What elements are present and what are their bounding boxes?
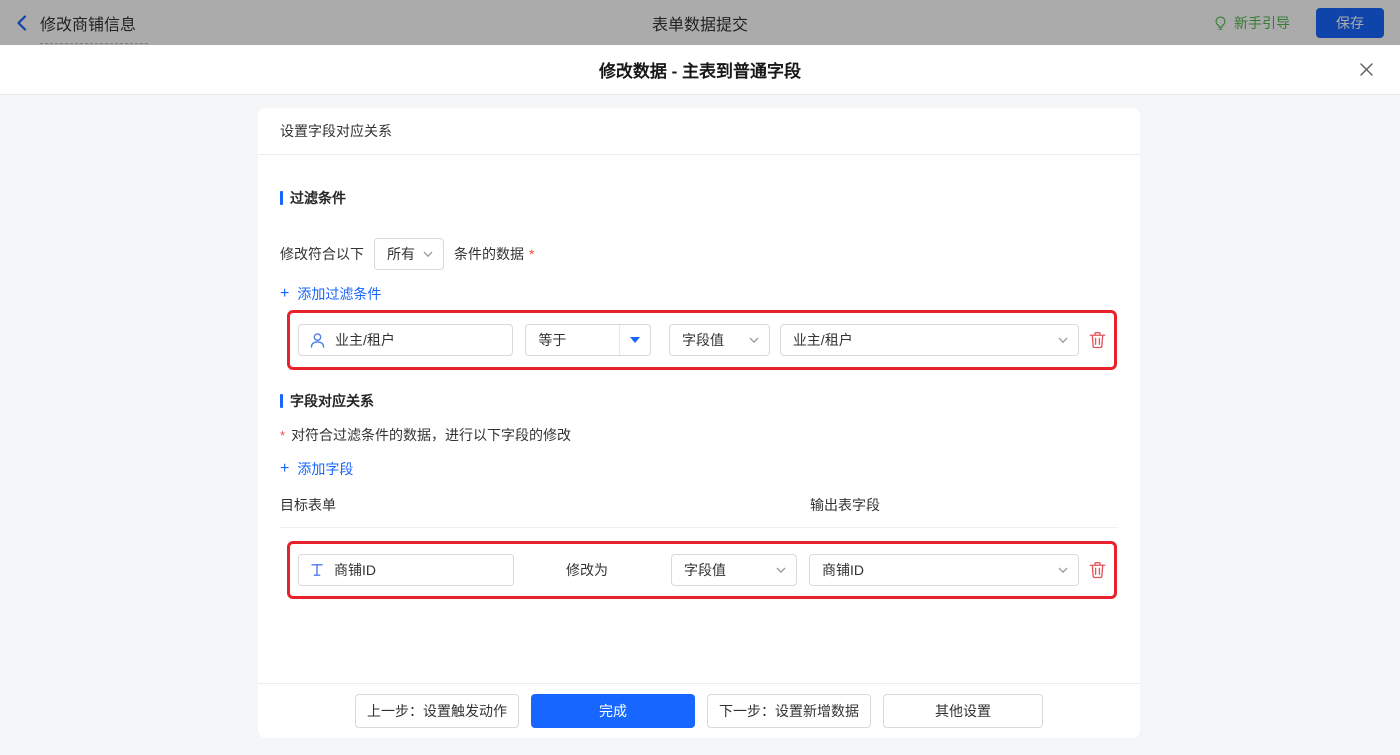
match-suffix-label: 条件的数据 xyxy=(454,246,524,262)
column-target-form: 目标表单 xyxy=(280,497,336,513)
target-field-value: 商铺ID xyxy=(334,562,376,578)
mapping-value-type: 字段值 xyxy=(684,562,726,578)
panel-title: 设置字段对应关系 xyxy=(258,108,1140,155)
plus-icon: + xyxy=(280,460,290,477)
chevron-down-icon xyxy=(776,567,786,574)
condition-value-select[interactable]: 业主/租户 xyxy=(779,324,1079,356)
condition-value-type-select[interactable]: 字段值 xyxy=(669,324,770,356)
plus-icon: + xyxy=(280,285,290,302)
done-button[interactable]: 完成 xyxy=(531,694,695,728)
modal-overlay xyxy=(0,0,1400,45)
mapping-section-label: 字段对应关系 xyxy=(290,393,374,409)
field-mapping-row: 商铺ID 修改为 字段值 商铺ID xyxy=(287,541,1117,599)
mapping-value-select[interactable]: 商铺ID xyxy=(809,554,1079,586)
condition-field-value: 业主/租户 xyxy=(335,332,395,348)
chevron-down-icon xyxy=(423,251,433,258)
mapping-value-type-select[interactable]: 字段值 xyxy=(671,554,797,586)
mapping-description: 对符合过滤条件的数据，进行以下字段的修改 xyxy=(291,427,572,443)
chevron-down-icon xyxy=(1058,337,1068,344)
panel-footer: 上一步：设置触发动作 完成 下一步：设置新增数据 其他设置 xyxy=(258,683,1140,738)
triangle-down-icon[interactable] xyxy=(619,325,650,355)
chevron-down-icon xyxy=(749,337,759,344)
mapping-description-row: * 对符合过滤条件的数据，进行以下字段的修改 xyxy=(280,425,1118,445)
add-field-link[interactable]: + 添加字段 xyxy=(280,459,353,479)
close-icon[interactable] xyxy=(1359,62,1374,77)
filter-section-title: 过滤条件 xyxy=(280,188,1118,208)
add-filter-condition-link[interactable]: + 添加过滤条件 xyxy=(280,284,381,304)
add-field-label: 添加字段 xyxy=(297,461,354,477)
match-count-value: 所有 xyxy=(387,246,415,262)
prev-step-button[interactable]: 上一步：设置触发动作 xyxy=(355,694,519,728)
drawer-title: 修改数据 - 主表到普通字段 xyxy=(598,62,802,81)
required-mark: * xyxy=(529,246,535,262)
next-step-button[interactable]: 下一步：设置新增数据 xyxy=(707,694,871,728)
target-field-input[interactable]: 商铺ID xyxy=(298,554,514,586)
filter-section-label: 过滤条件 xyxy=(290,190,346,206)
add-filter-condition-label: 添加过滤条件 xyxy=(297,286,382,302)
condition-value-type: 字段值 xyxy=(682,332,725,348)
mapping-value: 商铺ID xyxy=(822,562,864,578)
field-mapping-panel: 设置字段对应关系 过滤条件 修改符合以下 所有 条件的数据 * + 添加过滤条件… xyxy=(258,108,1140,738)
section-accent-bar xyxy=(280,191,283,205)
delete-condition-button[interactable] xyxy=(1089,331,1106,349)
modify-data-drawer: 修改数据 - 主表到普通字段 设置字段对应关系 过滤条件 修改符合以下 所有 条 xyxy=(0,45,1400,755)
match-prefix-label: 修改符合以下 xyxy=(280,246,364,262)
panel-content: 过滤条件 修改符合以下 所有 条件的数据 * + 添加过滤条件 业主/租户 等于… xyxy=(258,188,1140,599)
drawer-header: 修改数据 - 主表到普通字段 xyxy=(0,45,1400,95)
mapping-columns-header: 目标表单 输出表字段 xyxy=(280,489,1118,528)
match-count-select[interactable]: 所有 xyxy=(374,238,444,270)
required-mark: * xyxy=(280,427,286,443)
other-settings-button[interactable]: 其他设置 xyxy=(883,694,1043,728)
chevron-down-icon xyxy=(1058,567,1068,574)
operator-value: 等于 xyxy=(538,332,567,348)
text-field-icon xyxy=(309,562,325,578)
condition-field-input[interactable]: 业主/租户 xyxy=(298,324,514,356)
filter-condition-row: 业主/租户 等于 字段值 业主/租户 xyxy=(287,310,1117,370)
filter-match-row: 修改符合以下 所有 条件的数据 * xyxy=(280,238,1118,270)
condition-value: 业主/租户 xyxy=(792,332,853,348)
delete-mapping-button[interactable] xyxy=(1089,561,1106,579)
operator-select[interactable]: 等于 xyxy=(525,324,652,356)
mapping-section-title: 字段对应关系 xyxy=(280,391,1118,411)
section-accent-bar xyxy=(280,394,283,408)
person-icon xyxy=(309,332,326,349)
column-output-field: 输出表字段 xyxy=(810,497,880,513)
modify-action-label: 修改为 xyxy=(566,562,608,578)
